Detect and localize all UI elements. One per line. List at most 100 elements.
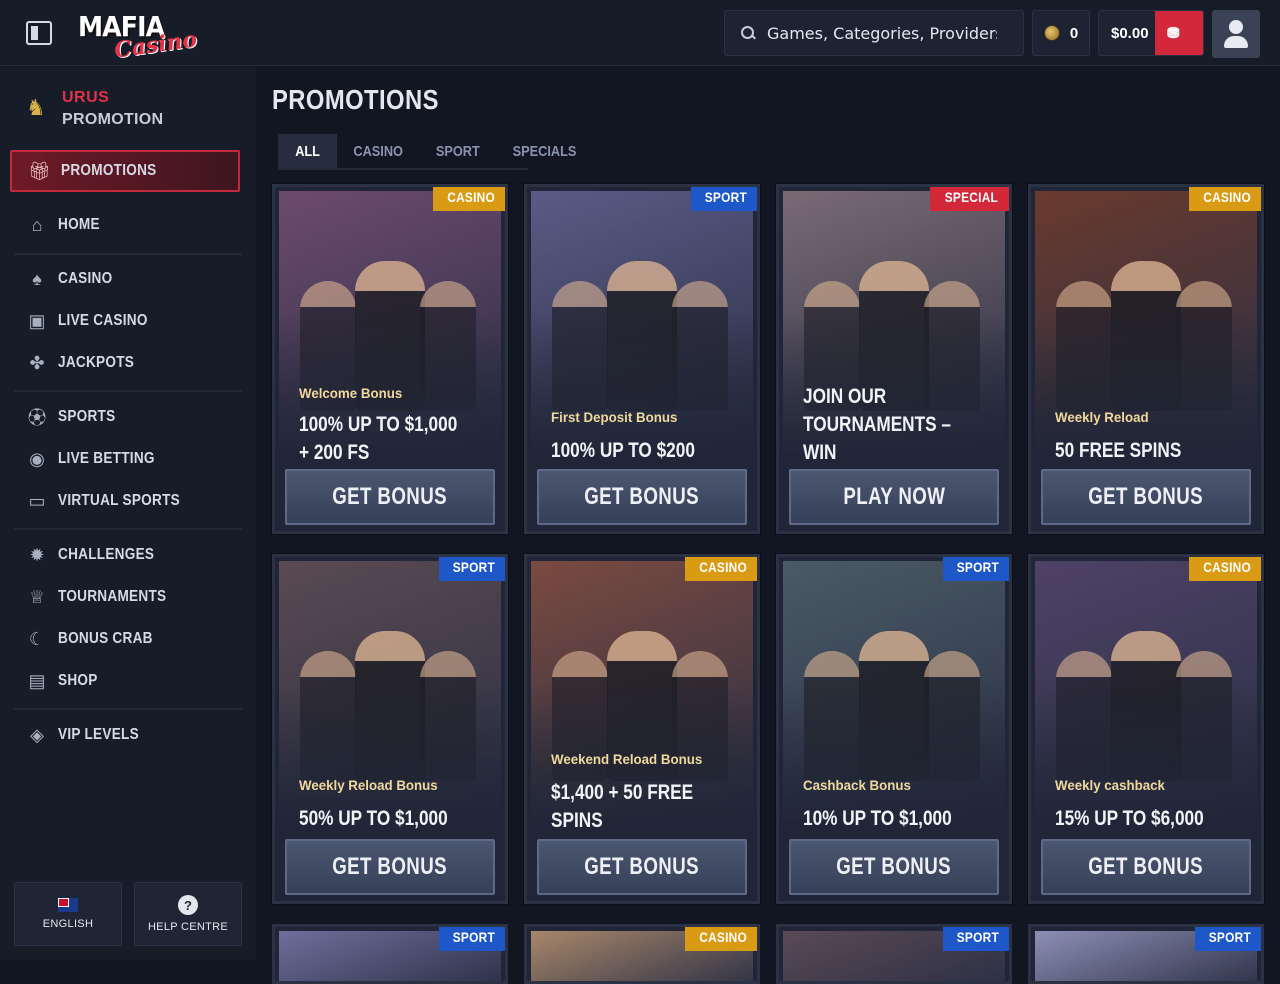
promo-subtitle: Weekend Reload Bonus — [551, 751, 703, 767]
sidebar-item-jackpots[interactable]: ✤ JACKPOTS — [0, 342, 256, 384]
help-icon: ? — [178, 895, 198, 915]
monitor-icon: ▭ — [28, 490, 46, 511]
get-bonus-button[interactable]: GET BONUS — [789, 839, 999, 895]
promo-subtitle: Weekly Reload Bonus — [299, 777, 438, 793]
promo-headline: 10% UP TO $1,000 — [803, 807, 952, 830]
sidebar-item-challenges[interactable]: ✹ CHALLENGES — [0, 534, 256, 576]
coin-icon — [1043, 25, 1060, 41]
balance-box[interactable]: $0.00 ⛃ — [1098, 10, 1204, 56]
promo-card[interactable]: SPORT — [776, 924, 1012, 984]
promo-subtitle: Welcome Bonus — [299, 385, 403, 401]
crab-claw-icon: ☾ — [28, 628, 46, 649]
user-button[interactable] — [1212, 10, 1260, 58]
promo-tabs: ALL CASINO SPORT SPECIALS — [278, 134, 577, 170]
get-bonus-button[interactable]: GET BONUS — [1041, 839, 1251, 895]
tab-sport[interactable]: SPORT — [420, 134, 496, 168]
category-badge: SPORT — [439, 557, 505, 581]
promo-card[interactable]: SPORT Cashback Bonus 10% UP TO $1,000 GET B… — [776, 554, 1012, 904]
get-bonus-button[interactable]: GET BONUS — [537, 839, 747, 895]
clover-icon: ✤ — [29, 352, 45, 373]
tab-specials[interactable]: SPECIALS — [495, 134, 594, 168]
nav-group-vip: ◈ VIP LEVELS — [0, 714, 256, 756]
sidebar-item-vip-levels[interactable]: ◈ VIP LEVELS — [0, 714, 256, 756]
sidebar-item-live-betting[interactable]: ◉ LIVE BETTING — [0, 438, 256, 480]
page-title: PROMOTIONS — [272, 84, 439, 115]
sidebar-item-label: VIRTUAL SPORTS — [58, 492, 180, 509]
tab-casino[interactable]: CASINO — [337, 134, 419, 168]
gift-icon: 🎁︎ — [28, 160, 51, 181]
promo-subtitle: PROMOTION — [62, 111, 164, 128]
get-bonus-button[interactable]: GET BONUS — [1041, 469, 1251, 525]
coins-counter[interactable]: 0 — [1032, 10, 1090, 56]
flag-icon — [58, 898, 78, 912]
sidebar-item-label: LIVE CASINO — [58, 312, 148, 329]
gear-badge-icon: ✹ — [29, 544, 45, 565]
sidebar-item-label: VIP LEVELS — [58, 726, 139, 743]
get-bonus-button[interactable]: GET BONUS — [285, 469, 495, 525]
sidebar-item-bonus-crab[interactable]: ☾ BONUS CRAB — [0, 618, 256, 660]
tab-all[interactable]: ALL — [278, 134, 338, 168]
category-badge: CASINO — [684, 557, 757, 581]
promo-headline: 100% UP TO $200 — [551, 439, 695, 462]
promo-subtitle: Weekly Reload — [1055, 409, 1149, 425]
urus-promotion-link[interactable]: ♞ URUS PROMOTION — [22, 89, 232, 135]
deposit-button[interactable]: ⛃ — [1155, 11, 1203, 55]
spade-icon: ♠ — [32, 268, 42, 289]
sidebar-item-promotions[interactable]: 🎁︎ PROMOTIONS — [10, 150, 240, 192]
nav-group-sports: ⚽︎ SPORTS ◉ LIVE BETTING ▭ VIRTUAL SPORT… — [0, 396, 256, 522]
sidebar-item-tournaments[interactable]: ♕ TOURNAMENTS — [0, 576, 256, 618]
promo-card[interactable]: SPORT — [272, 924, 508, 984]
category-badge: SPORT — [943, 557, 1009, 581]
promo-headline: 50% UP TO $1,000 — [299, 807, 448, 830]
brand-logo[interactable]: MAFIA Casino — [78, 10, 199, 64]
promo-headline: 15% UP TO $6,000 — [1055, 807, 1204, 830]
promo-card[interactable]: CASINO Weekly Reload 50 FREE SPINS GET BONU… — [1028, 184, 1264, 534]
sidebar-item-label: SHOP — [58, 672, 98, 689]
help-label: HELP CENTRE — [147, 921, 229, 933]
promo-card[interactable]: SPORT First Deposit Bonus 100% UP TO $200 G… — [524, 184, 760, 534]
balance-value: $0.00 — [1111, 24, 1149, 42]
search-box[interactable] — [724, 10, 1024, 56]
chips-icon: ⛃ — [1167, 25, 1180, 42]
promo-card[interactable]: SPECIALJOIN OUR TOURNAMENTS – WIN $12,00… — [776, 184, 1012, 534]
promo-subtitle: Cashback Bonus — [803, 777, 911, 793]
promo-card[interactable]: CASINO Weekend Reload Bonus $1,400 + 50 FR… — [524, 554, 760, 904]
divider — [14, 708, 242, 710]
promo-subtitle: First Deposit Bonus — [551, 409, 678, 425]
search-input[interactable] — [767, 23, 997, 43]
divider — [14, 528, 242, 530]
promo-title: URUS — [62, 89, 110, 106]
category-badge: CASINO — [1188, 557, 1261, 581]
help-centre-button[interactable]: ? HELP CENTRE — [134, 882, 242, 946]
promo-card[interactable]: SPORT Weekly Reload Bonus 50% UP TO $1,000… — [272, 554, 508, 904]
sidebar-item-shop[interactable]: ▤ SHOP — [0, 660, 256, 702]
get-bonus-button[interactable]: GET BONUS — [537, 469, 747, 525]
promo-headline: 100% UP TO $1,000 + 200 FS — [299, 413, 458, 464]
sidebar-item-home[interactable]: ⌂ HOME — [0, 204, 256, 246]
sidebar-toggle-icon[interactable] — [26, 21, 52, 45]
category-badge: SPORT — [1195, 927, 1261, 951]
category-badge: SPECIAL — [930, 187, 1009, 211]
category-badge: SPORT — [691, 187, 757, 211]
sidebar-item-label: BONUS CRAB — [58, 630, 153, 647]
user-icon — [1229, 20, 1243, 34]
play-now-button[interactable]: PLAY NOW — [789, 469, 999, 525]
sidebar-item-virtual-sports[interactable]: ▭ VIRTUAL SPORTS — [0, 480, 256, 522]
nav-group-casino: ♠ CASINO ▣ LIVE CASINO ✤ JACKPOTS — [0, 258, 256, 384]
promo-card[interactable]: CASINO — [524, 924, 760, 984]
sidebar-item-sports[interactable]: ⚽︎ SPORTS — [0, 396, 256, 438]
sidebar-item-label: SPORTS — [58, 408, 116, 425]
coins-value: 0 — [1069, 24, 1079, 42]
language-label: ENGLISH — [42, 918, 94, 930]
promo-card[interactable]: CASINO Weekly cashback 15% UP TO $6,000 GET… — [1028, 554, 1264, 904]
sidebar-item-label: PROMOTIONS — [60, 162, 157, 179]
promo-card[interactable]: SPORT — [1028, 924, 1264, 984]
sidebar-item-label: TOURNAMENTS — [58, 588, 167, 605]
language-button[interactable]: ENGLISH — [14, 882, 122, 946]
soccer-ball-icon: ⚽︎ — [28, 408, 46, 428]
promo-card[interactable]: CASINO Welcome Bonus 100% UP TO $1,000 + 2… — [272, 184, 508, 534]
category-badge: CASINO — [432, 187, 505, 211]
sidebar-item-live-casino[interactable]: ▣ LIVE CASINO — [0, 300, 256, 342]
get-bonus-button[interactable]: GET BONUS — [285, 839, 495, 895]
sidebar-item-casino[interactable]: ♠ CASINO — [0, 258, 256, 300]
